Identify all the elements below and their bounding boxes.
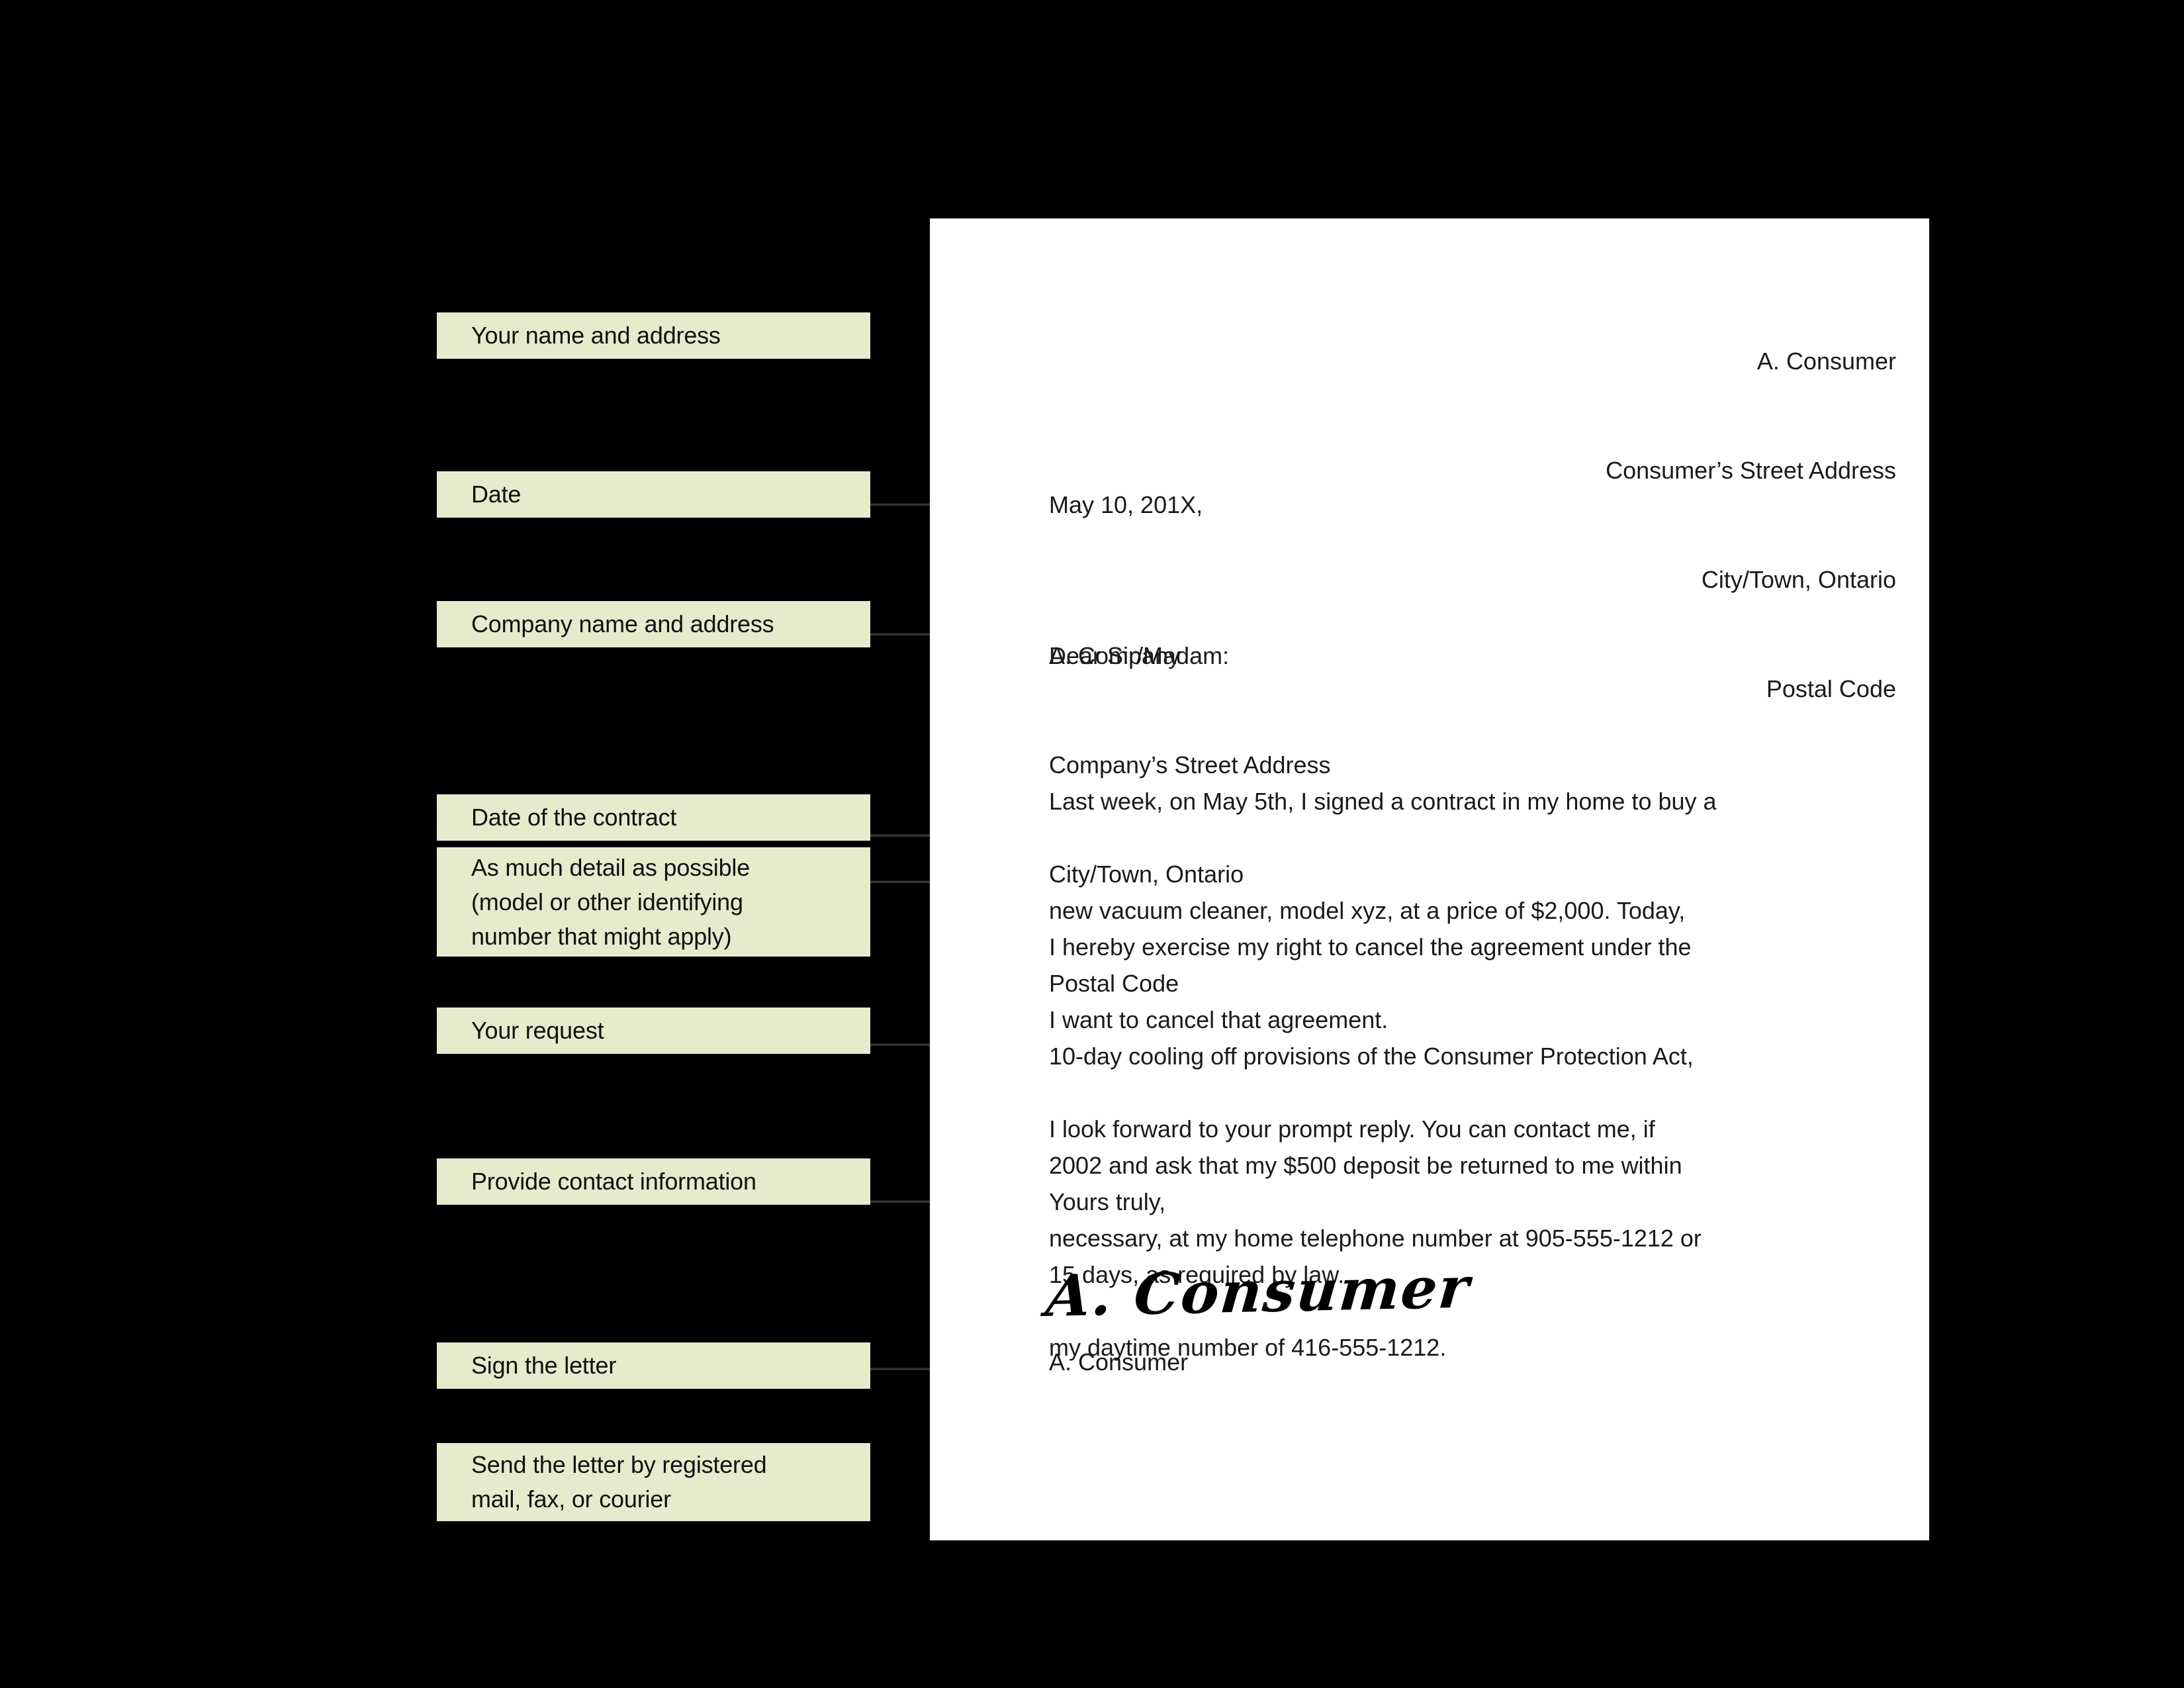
- body-line: I look forward to your prompt reply. You…: [1049, 1115, 1655, 1143]
- body-line: Last week, on May 5th, I signed a contra…: [1049, 788, 1717, 815]
- signature-script: A. Consumer: [1043, 1254, 1473, 1330]
- callout-your-request[interactable]: Your request: [437, 1008, 870, 1054]
- signature-printed-name: A. Consumer: [1049, 1348, 1189, 1376]
- callout-label-line: Your request: [471, 1017, 604, 1044]
- callout-label-line: Your name and address: [471, 322, 721, 349]
- callout-label-line: Sign the letter: [471, 1352, 617, 1379]
- callout-company-name-and-address[interactable]: Company name and address: [437, 601, 870, 647]
- body-line: I hereby exercise my right to cancel the…: [1049, 933, 1692, 961]
- callout-as-much-detail-as-possible[interactable]: As much detail as possible (model or oth…: [437, 847, 870, 957]
- callout-label-line: Date of the contract: [471, 804, 677, 831]
- callout-label-line: Send the letter by registered: [471, 1451, 767, 1478]
- callout-label-line: number that might apply): [471, 922, 732, 950]
- callout-date-of-the-contract[interactable]: Date of the contract: [437, 794, 870, 841]
- callout-label-line: mail, fax, or courier: [471, 1485, 671, 1513]
- callout-your-name-and-address[interactable]: Your name and address: [437, 312, 870, 359]
- diagram-canvas: Your name and address Date Company name …: [0, 0, 2184, 1688]
- callout-label-line: Company name and address: [471, 610, 774, 637]
- callout-sign-the-letter[interactable]: Sign the letter: [437, 1342, 870, 1389]
- callout-label-line: Provide contact information: [471, 1168, 756, 1195]
- salutation: Dear Sir/Madam:: [1049, 642, 1230, 669]
- callout-label-line: Date: [471, 481, 522, 508]
- sender-address-line: A. Consumer: [1756, 348, 1896, 375]
- letter-page: A. Consumer Consumer’s Street Address Ci…: [930, 218, 1929, 1540]
- callout-label-line: As much detail as possible: [471, 853, 751, 881]
- callout-provide-contact-information[interactable]: Provide contact information: [437, 1158, 870, 1205]
- body-line: necessary, at my home telephone number a…: [1049, 1225, 1702, 1252]
- date-line: May 10, 201X,: [1049, 491, 1203, 518]
- callout-send-the-letter[interactable]: Send the letter by registered mail, fax,…: [437, 1443, 870, 1521]
- closing-line: Yours truly,: [1049, 1188, 1166, 1215]
- callout-date[interactable]: Date: [437, 471, 870, 518]
- sender-address-line: Consumer’s Street Address: [1606, 457, 1896, 484]
- callout-label-line: (model or other identifying: [471, 888, 743, 915]
